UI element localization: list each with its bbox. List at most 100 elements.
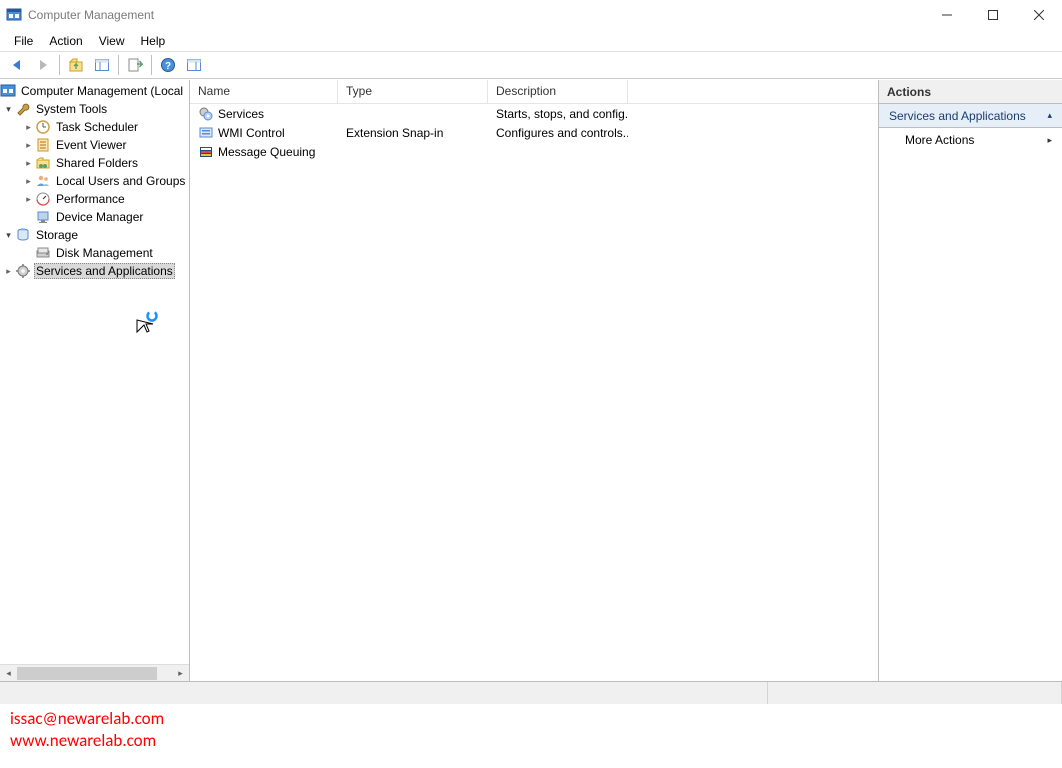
- clock-icon: [35, 119, 51, 135]
- list-row-services[interactable]: Services Starts, stops, and config...: [190, 104, 878, 123]
- title-bar: Computer Management: [0, 0, 1062, 30]
- tree-item-device-manager[interactable]: ▸ Device Manager: [0, 208, 189, 226]
- app-icon: [6, 7, 22, 23]
- twisty-icon[interactable]: ▸: [22, 157, 35, 170]
- menu-file[interactable]: File: [6, 32, 41, 50]
- list-row-msmq[interactable]: Message Queuing: [190, 142, 878, 161]
- storage-icon: [15, 227, 31, 243]
- tree-item-label: Task Scheduler: [54, 120, 140, 134]
- tree-content: Computer Management (Local ▾ System Tool…: [0, 80, 189, 664]
- tree-item-storage[interactable]: ▾ Storage: [0, 226, 189, 244]
- msmq-icon: [198, 144, 214, 160]
- shared-folder-icon: [35, 155, 51, 171]
- tree-item-label: System Tools: [34, 102, 109, 116]
- list-pane: Name Type Description Services Starts, s…: [190, 80, 879, 681]
- list-cell-description: Configures and controls...: [488, 126, 628, 140]
- gear-icon: [15, 263, 31, 279]
- tree-item-label: Disk Management: [54, 246, 155, 260]
- tree-horizontal-scrollbar[interactable]: ◂ ▸: [0, 664, 189, 681]
- menu-help[interactable]: Help: [133, 32, 174, 50]
- scroll-right-button[interactable]: ▸: [172, 665, 189, 681]
- twisty-icon[interactable]: ▸: [22, 193, 35, 206]
- twisty-open-icon[interactable]: ▾: [2, 229, 15, 242]
- toolbar: ?: [0, 51, 1062, 79]
- tree-root[interactable]: Computer Management (Local: [0, 82, 189, 100]
- menu-bar: File Action View Help: [0, 30, 1062, 51]
- menu-view[interactable]: View: [91, 32, 133, 50]
- list-rows: Services Starts, stops, and config... WM…: [190, 104, 878, 161]
- twisty-icon[interactable]: ▸: [22, 175, 35, 188]
- twisty-icon[interactable]: ▸: [22, 139, 35, 152]
- window-title: Computer Management: [28, 8, 924, 22]
- help-button[interactable]: ?: [156, 54, 180, 77]
- maximize-button[interactable]: [970, 0, 1016, 30]
- tree-item-label: Storage: [34, 228, 80, 242]
- tree-item-shared-folders[interactable]: ▸ Shared Folders: [0, 154, 189, 172]
- tree-item-label: Device Manager: [54, 210, 145, 224]
- performance-icon: [35, 191, 51, 207]
- tree-item-services-applications[interactable]: ▸ Services and Applications: [0, 262, 189, 280]
- tree-item-label: Shared Folders: [54, 156, 140, 170]
- column-header-name[interactable]: Name: [190, 80, 338, 103]
- submenu-caret-icon: ▸: [1047, 135, 1052, 146]
- list-cell-type: Extension Snap-in: [338, 126, 488, 140]
- twisty-open-icon[interactable]: ▾: [2, 103, 15, 116]
- tree-item-label: Performance: [54, 192, 127, 206]
- export-list-button[interactable]: [123, 54, 147, 77]
- tree-item-disk-management[interactable]: ▸ Disk Management: [0, 244, 189, 262]
- svg-text:?: ?: [165, 61, 171, 72]
- tree-item-performance[interactable]: ▸ Performance: [0, 190, 189, 208]
- tree-item-label: Services and Applications: [34, 263, 175, 279]
- status-bar: [0, 681, 1062, 704]
- tree-item-label: Event Viewer: [54, 138, 128, 152]
- collapse-caret-icon[interactable]: ▴: [1047, 110, 1052, 121]
- toolbar-separator: [59, 55, 60, 75]
- eventlog-icon: [35, 137, 51, 153]
- main-area: Computer Management (Local ▾ System Tool…: [0, 79, 1062, 681]
- users-icon: [35, 173, 51, 189]
- window-controls: [924, 0, 1062, 30]
- menu-action[interactable]: Action: [41, 32, 90, 50]
- list-cell-name: Services: [218, 107, 264, 121]
- list-header: Name Type Description: [190, 80, 878, 104]
- column-header-description[interactable]: Description: [488, 80, 628, 103]
- watermark-url: www.newarelab.com: [10, 730, 156, 751]
- minimize-button[interactable]: [924, 0, 970, 30]
- list-cell-name: WMI Control: [218, 126, 285, 140]
- back-button[interactable]: [5, 54, 29, 77]
- services-icon: [198, 106, 214, 122]
- actions-header: Actions: [879, 80, 1062, 104]
- tree-item-local-users[interactable]: ▸ Local Users and Groups: [0, 172, 189, 190]
- tree-item-label: Local Users and Groups: [54, 174, 187, 188]
- actions-item-label: More Actions: [905, 133, 974, 147]
- close-button[interactable]: [1016, 0, 1062, 30]
- status-segment: [768, 682, 1062, 704]
- tree-item-system-tools[interactable]: ▾ System Tools: [0, 100, 189, 118]
- list-cell-name: Message Queuing: [218, 145, 315, 159]
- show-hide-action-pane-button[interactable]: [182, 54, 206, 77]
- tree-root-label: Computer Management (Local: [19, 84, 185, 98]
- disk-icon: [35, 245, 51, 261]
- tree-item-event-viewer[interactable]: ▸ Event Viewer: [0, 136, 189, 154]
- actions-pane: Actions Services and Applications ▴ More…: [879, 80, 1062, 681]
- scroll-track[interactable]: [17, 665, 172, 681]
- toolbar-separator: [151, 55, 152, 75]
- twisty-icon[interactable]: ▸: [2, 265, 15, 278]
- list-row-wmi[interactable]: WMI Control Extension Snap-in Configures…: [190, 123, 878, 142]
- up-level-button[interactable]: [64, 54, 88, 77]
- twisty-icon[interactable]: ▸: [22, 121, 35, 134]
- tree-pane: Computer Management (Local ▾ System Tool…: [0, 80, 190, 681]
- computer-management-icon: [0, 83, 16, 99]
- status-segment: [0, 682, 768, 704]
- scroll-left-button[interactable]: ◂: [0, 665, 17, 681]
- actions-item-more[interactable]: More Actions ▸: [879, 128, 1062, 152]
- forward-button[interactable]: [31, 54, 55, 77]
- wmi-icon: [198, 125, 214, 141]
- scroll-thumb[interactable]: [17, 667, 157, 680]
- tree-item-task-scheduler[interactable]: ▸ Task Scheduler: [0, 118, 189, 136]
- wrench-icon: [15, 101, 31, 117]
- watermark-email: issac@newarelab.com: [10, 708, 164, 729]
- show-hide-console-tree-button[interactable]: [90, 54, 114, 77]
- column-header-type[interactable]: Type: [338, 80, 488, 103]
- actions-section[interactable]: Services and Applications ▴: [879, 104, 1062, 128]
